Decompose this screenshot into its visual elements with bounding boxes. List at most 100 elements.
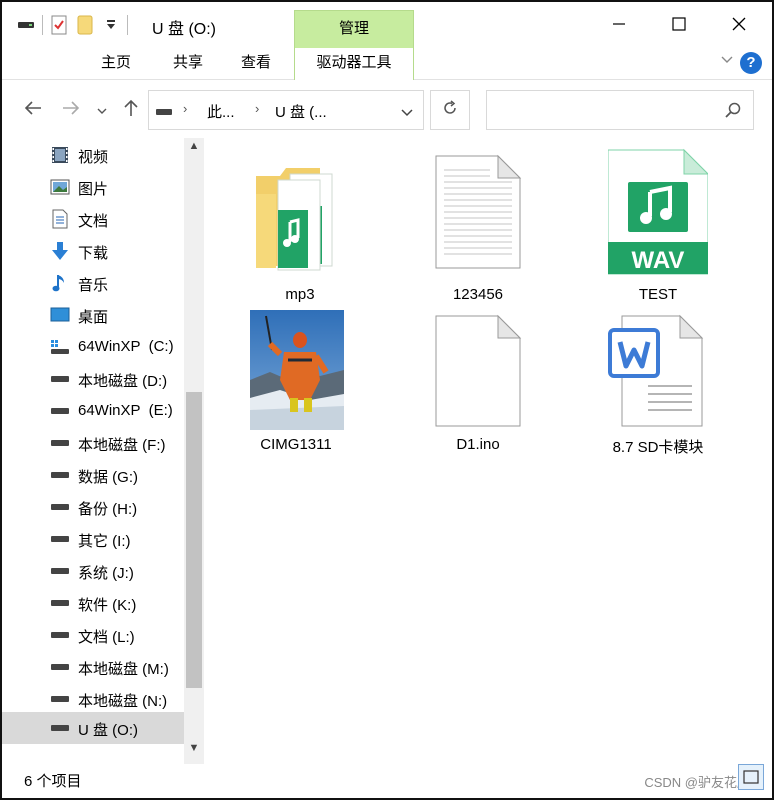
address-history-icon[interactable] — [401, 105, 413, 122]
sidebar-item-drive-i[interactable]: 其它 (I:) — [2, 524, 184, 554]
system-drive-icon — [50, 338, 70, 356]
nav-pane-scrollbar[interactable]: ▲ ▼ — [184, 138, 204, 764]
file-view: mp3 123456 WAV TEST CIMG1311 D1.ino 8.7 … — [206, 138, 772, 764]
sidebar-item-drive-f[interactable]: 本地磁盘 (F:) — [2, 428, 184, 458]
drive-icon — [155, 104, 173, 121]
minimize-icon — [612, 14, 626, 37]
documents-icon — [50, 209, 70, 229]
window-title: U 盘 (O:) — [152, 21, 216, 38]
sidebar-item-label: 数据 (G:) — [78, 469, 138, 486]
address-toolbar: › 此... › U 盘 (... — [2, 88, 772, 132]
sidebar-item-drive-m[interactable]: 本地磁盘 (M:) — [2, 652, 184, 682]
file-item-mp3[interactable]: mp3 — [220, 146, 380, 306]
customize-dropdown-icon[interactable] — [101, 14, 121, 36]
file-item-cimg1311[interactable]: CIMG1311 — [216, 310, 376, 460]
search-icon[interactable] — [725, 102, 741, 122]
download-icon — [50, 242, 70, 260]
ribbon-expand-icon[interactable] — [720, 52, 734, 69]
tab-drive-tools[interactable]: 驱动器工具 — [294, 48, 414, 80]
sidebar-item-downloads[interactable]: 下载 — [2, 236, 184, 266]
drive-icon — [50, 370, 70, 388]
text-file-icon — [435, 154, 522, 269]
recent-locations-button[interactable] — [94, 96, 110, 124]
up-button[interactable] — [118, 96, 144, 124]
large-icons-view-button[interactable] — [738, 764, 764, 790]
file-name: 8.7 SD卡模块 — [612, 439, 704, 456]
minimize-button[interactable] — [596, 8, 642, 42]
sidebar-item-label: 备份 (H:) — [78, 501, 138, 518]
drive-icon — [50, 498, 70, 516]
chevron-down-icon — [97, 100, 107, 121]
sidebar-item-drive-k[interactable]: 软件 (K:) — [2, 588, 184, 618]
file-name: 123456 — [452, 286, 504, 303]
tab-view[interactable]: 查看 — [226, 48, 286, 80]
folder-music-icon — [256, 168, 333, 271]
search-box[interactable] — [486, 90, 754, 130]
drive-icon — [50, 719, 70, 737]
item-count: 6 个项目 — [24, 773, 82, 790]
sidebar-item-drive-g[interactable]: 数据 (G:) — [2, 460, 184, 490]
watermark-text: CSDN @驴友花雕 — [644, 775, 750, 790]
quick-access-toolbar — [16, 12, 128, 38]
sidebar-item-label: 视频 — [78, 149, 109, 166]
scrollbar-thumb[interactable] — [186, 392, 202, 688]
folder-icon[interactable] — [75, 14, 95, 36]
sidebar-item-label: 本地磁盘 (D:) — [78, 373, 168, 390]
tab-home[interactable]: 主页 — [86, 48, 146, 80]
close-button[interactable] — [716, 8, 762, 42]
sidebar-item-label: 系统 (J:) — [78, 565, 134, 582]
photo-thumbnail-icon — [250, 310, 344, 430]
sidebar-item-label: 音乐 — [78, 277, 109, 294]
file-item-test[interactable]: WAV TEST — [578, 146, 738, 306]
drive-icon[interactable] — [16, 14, 36, 36]
sidebar-item-label: 文档 — [78, 213, 109, 230]
drive-icon — [50, 658, 70, 676]
sidebar-item-pictures[interactable]: 图片 — [2, 172, 184, 202]
forward-button[interactable] — [58, 96, 84, 124]
scroll-down-icon[interactable]: ▼ — [184, 742, 204, 762]
title-bar: U 盘 (O:) 管理 — [2, 2, 772, 48]
sidebar-item-drive-l[interactable]: 文档 (L:) — [2, 620, 184, 650]
breadcrumb-this-pc[interactable]: 此... — [207, 101, 235, 122]
maximize-button[interactable] — [656, 8, 702, 42]
sidebar-item-videos[interactable]: 视频 — [2, 140, 184, 170]
sidebar-item-label: 桌面 — [78, 309, 109, 326]
sidebar-item-label: 64WinXP (C:) — [78, 338, 174, 355]
scroll-up-icon[interactable]: ▲ — [184, 140, 204, 160]
search-input[interactable] — [491, 95, 711, 125]
breadcrumb-chevron-icon[interactable]: › — [255, 101, 259, 116]
wav-badge: WAV — [632, 247, 685, 274]
sidebar-item-label: 下载 — [78, 245, 109, 262]
status-bar: 6 个项目 CSDN @驴友花雕 — [2, 764, 772, 798]
sidebar-item-desktop[interactable]: 桌面 — [2, 300, 184, 330]
sidebar-item-drive-j[interactable]: 系统 (J:) — [2, 556, 184, 586]
sidebar-item-drive-d[interactable]: 本地磁盘 (D:) — [2, 364, 184, 394]
drive-icon — [50, 530, 70, 548]
sidebar-item-music[interactable]: 音乐 — [2, 268, 184, 298]
navigation-pane: 视频 图片 文档 下载 音乐 桌面 64WinXP (C:) 本地磁盘 (D:)… — [2, 138, 206, 764]
sidebar-item-drive-o[interactable]: U 盘 (O:) — [2, 712, 184, 744]
sidebar-item-documents[interactable]: 文档 — [2, 204, 184, 234]
file-name: CIMG1311 — [260, 436, 332, 453]
tab-share[interactable]: 共享 — [158, 48, 218, 80]
sidebar-item-drive-h[interactable]: 备份 (H:) — [2, 492, 184, 522]
drive-icon — [50, 594, 70, 612]
sidebar-item-drive-n[interactable]: 本地磁盘 (N:) — [2, 684, 184, 714]
help-icon[interactable]: ? — [740, 52, 762, 74]
file-item-sd-module-doc[interactable]: 8.7 SD卡模块 — [578, 312, 738, 462]
arrow-right-icon — [62, 100, 80, 121]
address-bar[interactable]: › 此... › U 盘 (... — [148, 90, 424, 130]
refresh-button[interactable] — [430, 90, 470, 130]
arrow-up-icon — [123, 99, 139, 122]
sidebar-item-label: 64WinXP (E:) — [78, 402, 173, 419]
sidebar-item-drive-c[interactable]: 64WinXP (C:) — [2, 332, 184, 362]
breadcrumb-u-drive[interactable]: U 盘 (... — [275, 101, 327, 122]
properties-icon[interactable] — [49, 14, 69, 36]
file-item-123456[interactable]: 123456 — [398, 146, 558, 306]
context-tab-manage[interactable]: 管理 — [294, 10, 414, 48]
back-button[interactable] — [20, 96, 46, 124]
sidebar-item-drive-e[interactable]: 64WinXP (E:) — [2, 396, 184, 426]
toolbar-separator — [127, 15, 128, 35]
file-item-d1-ino[interactable]: D1.ino — [398, 312, 558, 462]
breadcrumb-chevron-icon[interactable]: › — [183, 101, 187, 116]
